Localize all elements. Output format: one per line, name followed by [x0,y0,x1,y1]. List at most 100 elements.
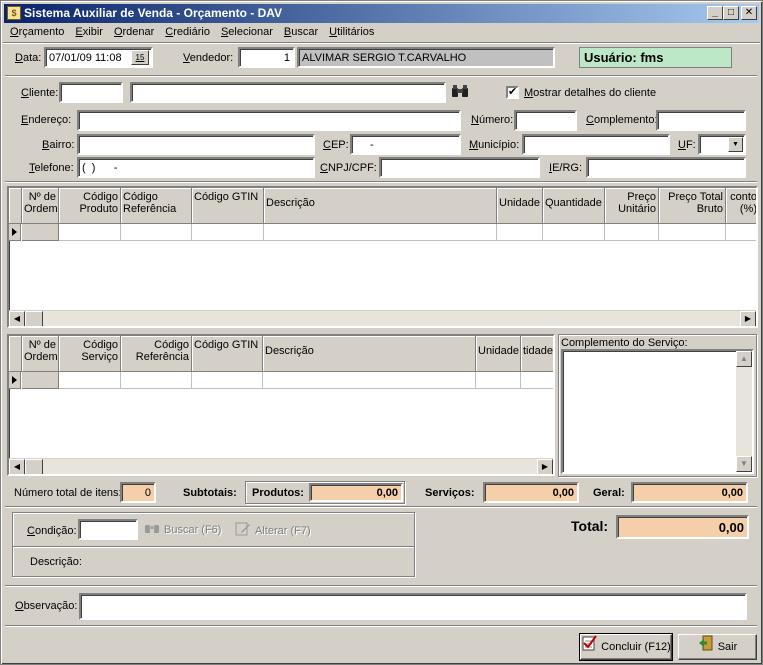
menu-ordenar[interactable]: Ordenar [108,23,159,42]
ierg-field[interactable] [586,157,746,178]
grid-cell[interactable] [59,372,121,389]
menu-exibir[interactable]: Exibir [69,23,108,42]
menu-crediario[interactable]: Crediário [159,23,215,42]
edit-icon [235,522,251,540]
grid-cell[interactable] [192,372,263,389]
endereco-field[interactable] [77,110,461,131]
grid-cell[interactable] [521,372,553,389]
data-field[interactable]: 07/01/09 11:08 15 [44,47,153,68]
grid-cell[interactable] [263,372,476,389]
municipio-field[interactable] [522,134,670,155]
scroll-left-icon[interactable]: ◀ [9,459,25,474]
sair-button[interactable]: Sair [678,634,757,660]
cnpj-field[interactable] [379,157,540,178]
telefone-field[interactable]: ( ) - [77,157,315,178]
vendedor-name-field: ALVIMAR SERGIO T.CARVALHO [297,47,555,68]
scroll-down-icon[interactable]: ▼ [736,456,752,472]
divider [5,181,757,183]
scroll-thumb[interactable] [25,459,43,474]
numero-itens-field: 0 [120,482,156,503]
col-numero-ordem[interactable]: Nº de Ordem [22,188,59,224]
cliente-name-field[interactable] [130,82,446,103]
scroll-thumb[interactable] [25,311,43,326]
alterar-button[interactable]: Alterar (F7) [235,522,311,540]
bairro-field[interactable] [77,134,315,155]
col-codigo-gtin[interactable]: Código GTIN [192,188,264,224]
ierg-label: IE/RG: [549,162,583,174]
grid-cell[interactable] [22,372,59,389]
produtos-subtotal-field: 0,00 [309,483,403,502]
servicos-label: Serviços: [425,487,475,499]
col-numero-ordem[interactable]: Nº de Ordem [22,336,59,372]
main-window: $ Sistema Auxiliar de Venda - Orçamento … [0,0,763,665]
grid-cell[interactable] [121,224,192,241]
col-codigo-gtin[interactable]: Código GTIN [192,336,263,372]
menu-selecionar[interactable]: Selecionar [215,23,278,42]
col-quantidade[interactable]: Quantidade [543,188,605,224]
menu-buscar[interactable]: Buscar [278,23,323,42]
maximize-button[interactable]: □ [723,6,739,20]
binoculars-icon [144,522,160,538]
grid-cell[interactable] [121,372,192,389]
scroll-right-icon[interactable]: ▶ [740,311,756,326]
geral-subtotal-field: 0,00 [631,482,748,503]
window-title: Sistema Auxiliar de Venda - Orçamento - … [24,6,283,20]
col-descricao[interactable]: Descrição [263,336,476,372]
col-preco-total-bruto[interactable]: Preço Total Bruto [659,188,726,224]
col-unidade[interactable]: Unidade [476,336,521,372]
col-codigo-produto[interactable]: Código Produto [59,188,121,224]
condicao-field[interactable] [78,519,138,540]
col-unidade[interactable]: Unidade [497,188,543,224]
complemento-vscrollbar[interactable]: ▲ ▼ [736,351,752,472]
observacao-field[interactable] [79,593,747,620]
uf-select[interactable]: ▼ [698,134,746,155]
col-codigo-referencia[interactable]: Código Referência [121,336,192,372]
grid-cell[interactable] [659,224,726,241]
cliente-label: Cliente: [21,87,59,99]
col-codigo-referencia[interactable]: Código Referência [121,188,192,224]
grid-cell[interactable] [264,224,497,241]
produtos-hscrollbar[interactable]: ◀ ▶ [9,310,756,326]
buscar-button[interactable]: Buscar (F6) [144,522,221,538]
complemento-field[interactable] [656,110,746,131]
grid-cell[interactable] [543,224,605,241]
grid-cell[interactable] [497,224,543,241]
minimize-button[interactable]: _ [707,6,723,20]
grid-cell[interactable] [192,224,264,241]
menu-orcamento[interactable]: Orçamento [4,23,69,42]
exit-door-icon [698,635,714,659]
produtos-grid[interactable]: Nº de Ordem Código Produto Código Referê… [7,186,758,328]
binoculars-search-icon[interactable] [451,84,469,100]
complemento-servico-textarea[interactable]: ▲ ▼ [561,349,754,474]
numero-field[interactable] [514,110,577,131]
col-descricao[interactable]: Descrição [264,188,497,224]
grid-cell[interactable] [726,224,756,241]
calendar-icon[interactable]: 15 [131,50,149,65]
mostrar-detalhes-label[interactable]: Mostrar detalhes do cliente [524,86,656,100]
servicos-hscrollbar[interactable]: ◀ ▶ [9,458,553,474]
vendedor-code-field[interactable]: 1 [238,47,295,68]
grid-cell[interactable] [59,224,121,241]
close-button[interactable]: ✕ [741,6,757,20]
grid-cell[interactable] [605,224,659,241]
mostrar-detalhes-checkbox[interactable]: ✔ [506,86,519,99]
concluir-button[interactable]: Concluir (F12) [579,633,673,661]
col-codigo-servico[interactable]: Código Serviço [59,336,121,372]
scroll-up-icon[interactable]: ▲ [736,351,752,367]
cep-field[interactable]: - [350,134,461,155]
scroll-left-icon[interactable]: ◀ [9,311,25,326]
geral-label: Geral: [593,487,625,499]
produtos-label: Produtos: [252,487,304,499]
col-quantidade[interactable]: tidade [521,336,553,372]
title-bar[interactable]: $ Sistema Auxiliar de Venda - Orçamento … [4,4,759,23]
menu-utilitarios[interactable]: Utilitários [323,23,379,42]
grid-cell[interactable] [476,372,521,389]
col-preco-unitario[interactable]: Preço Unitário [605,188,659,224]
servicos-grid[interactable]: Nº de Ordem Código Serviço Código Referê… [7,334,555,476]
cliente-code-field[interactable] [59,82,123,103]
grid-cell[interactable] [22,224,59,241]
scroll-right-icon[interactable]: ▶ [537,459,553,474]
col-desconto[interactable]: conto (%) [726,188,756,224]
cnpj-label: CNPJ/CPF: [320,162,377,174]
chevron-down-icon[interactable]: ▼ [728,137,743,152]
